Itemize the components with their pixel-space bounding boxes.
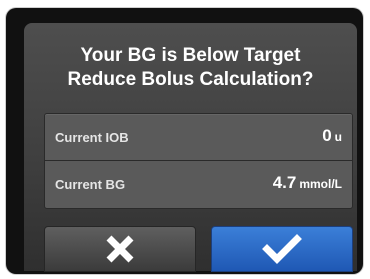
info-box: Current IOB 0u Current BG 4.7 mmol/L xyxy=(44,113,353,209)
confirm-button[interactable] xyxy=(211,226,353,272)
current-iob-value: 0u xyxy=(322,126,342,146)
current-iob-row: Current IOB 0u xyxy=(45,114,352,160)
close-x-icon xyxy=(106,235,134,263)
current-bg-unit: mmol/L xyxy=(299,177,342,191)
current-bg-value: 4.7 mmol/L xyxy=(273,173,342,193)
current-iob-unit: u xyxy=(334,130,342,144)
dialog-title-line-2: Reduce Bolus Calculation? xyxy=(67,69,314,90)
current-iob-number: 0 xyxy=(322,126,332,145)
current-bg-row: Current BG 4.7 mmol/L xyxy=(45,161,352,207)
current-iob-label: Current IOB xyxy=(55,130,129,145)
dialog-title: Your BG is Below Target Reduce Bolus Cal… xyxy=(24,44,357,92)
current-bg-number: 4.7 xyxy=(272,173,297,192)
dialog-panel: Your BG is Below Target Reduce Bolus Cal… xyxy=(24,23,357,272)
screen: Your BG is Below Target Reduce Bolus Cal… xyxy=(6,8,363,274)
checkmark-icon xyxy=(262,234,302,264)
cancel-button[interactable] xyxy=(44,226,196,272)
device-frame: Your BG is Below Target Reduce Bolus Cal… xyxy=(0,0,370,279)
current-bg-label: Current BG xyxy=(55,177,126,192)
dialog-title-line-1: Your BG is Below Target xyxy=(80,45,301,66)
